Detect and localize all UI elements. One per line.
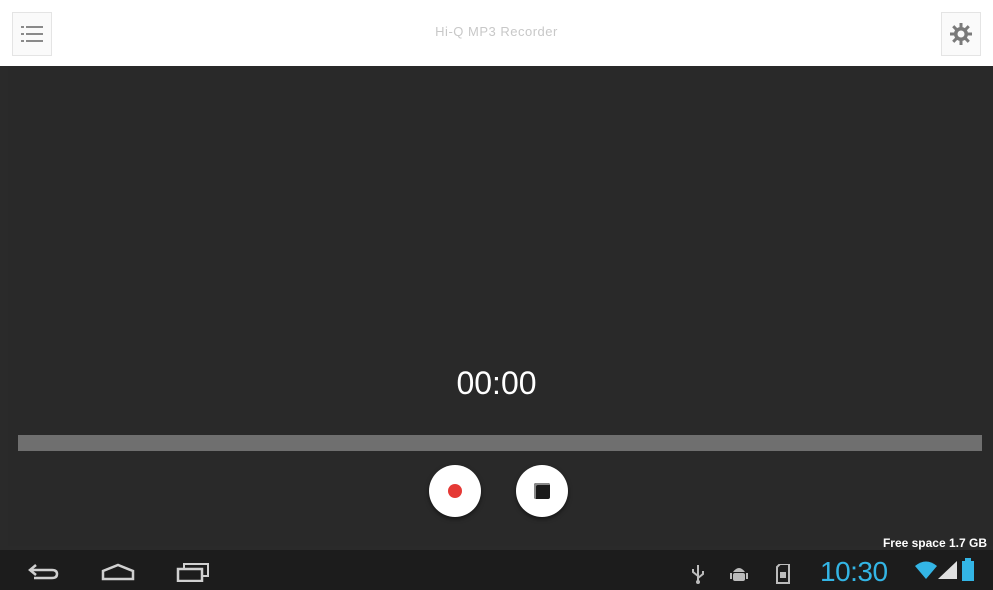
- sd-card-icon: [776, 563, 790, 589]
- usb-icon: [690, 564, 706, 589]
- wifi-icon: [915, 560, 937, 585]
- settings-button[interactable]: [941, 12, 981, 56]
- stop-square-icon: [534, 483, 550, 499]
- action-bar: Hi-Q MP3 Recorder: [0, 0, 993, 66]
- recording-timer: 00:00: [456, 365, 537, 401]
- recent-apps-icon[interactable]: [176, 562, 210, 587]
- gear-icon: [950, 23, 972, 45]
- stop-button[interactable]: [516, 465, 568, 517]
- battery-icon: [962, 558, 974, 587]
- signal-icon: [938, 560, 958, 585]
- record-button[interactable]: [429, 465, 481, 517]
- record-dot-icon: [448, 484, 462, 498]
- app-title: Hi-Q MP3 Recorder: [435, 24, 558, 39]
- home-icon[interactable]: [100, 562, 136, 587]
- status-clock: 10:30: [820, 556, 888, 587]
- recorder-panel: [8, 66, 993, 546]
- android-debug-icon: [730, 564, 748, 589]
- back-icon[interactable]: [26, 562, 60, 587]
- recording-progress-bar[interactable]: [18, 435, 982, 451]
- free-space-label: Free space 1.7 GB: [882, 536, 987, 550]
- system-nav-bar: 10:30: [0, 550, 993, 590]
